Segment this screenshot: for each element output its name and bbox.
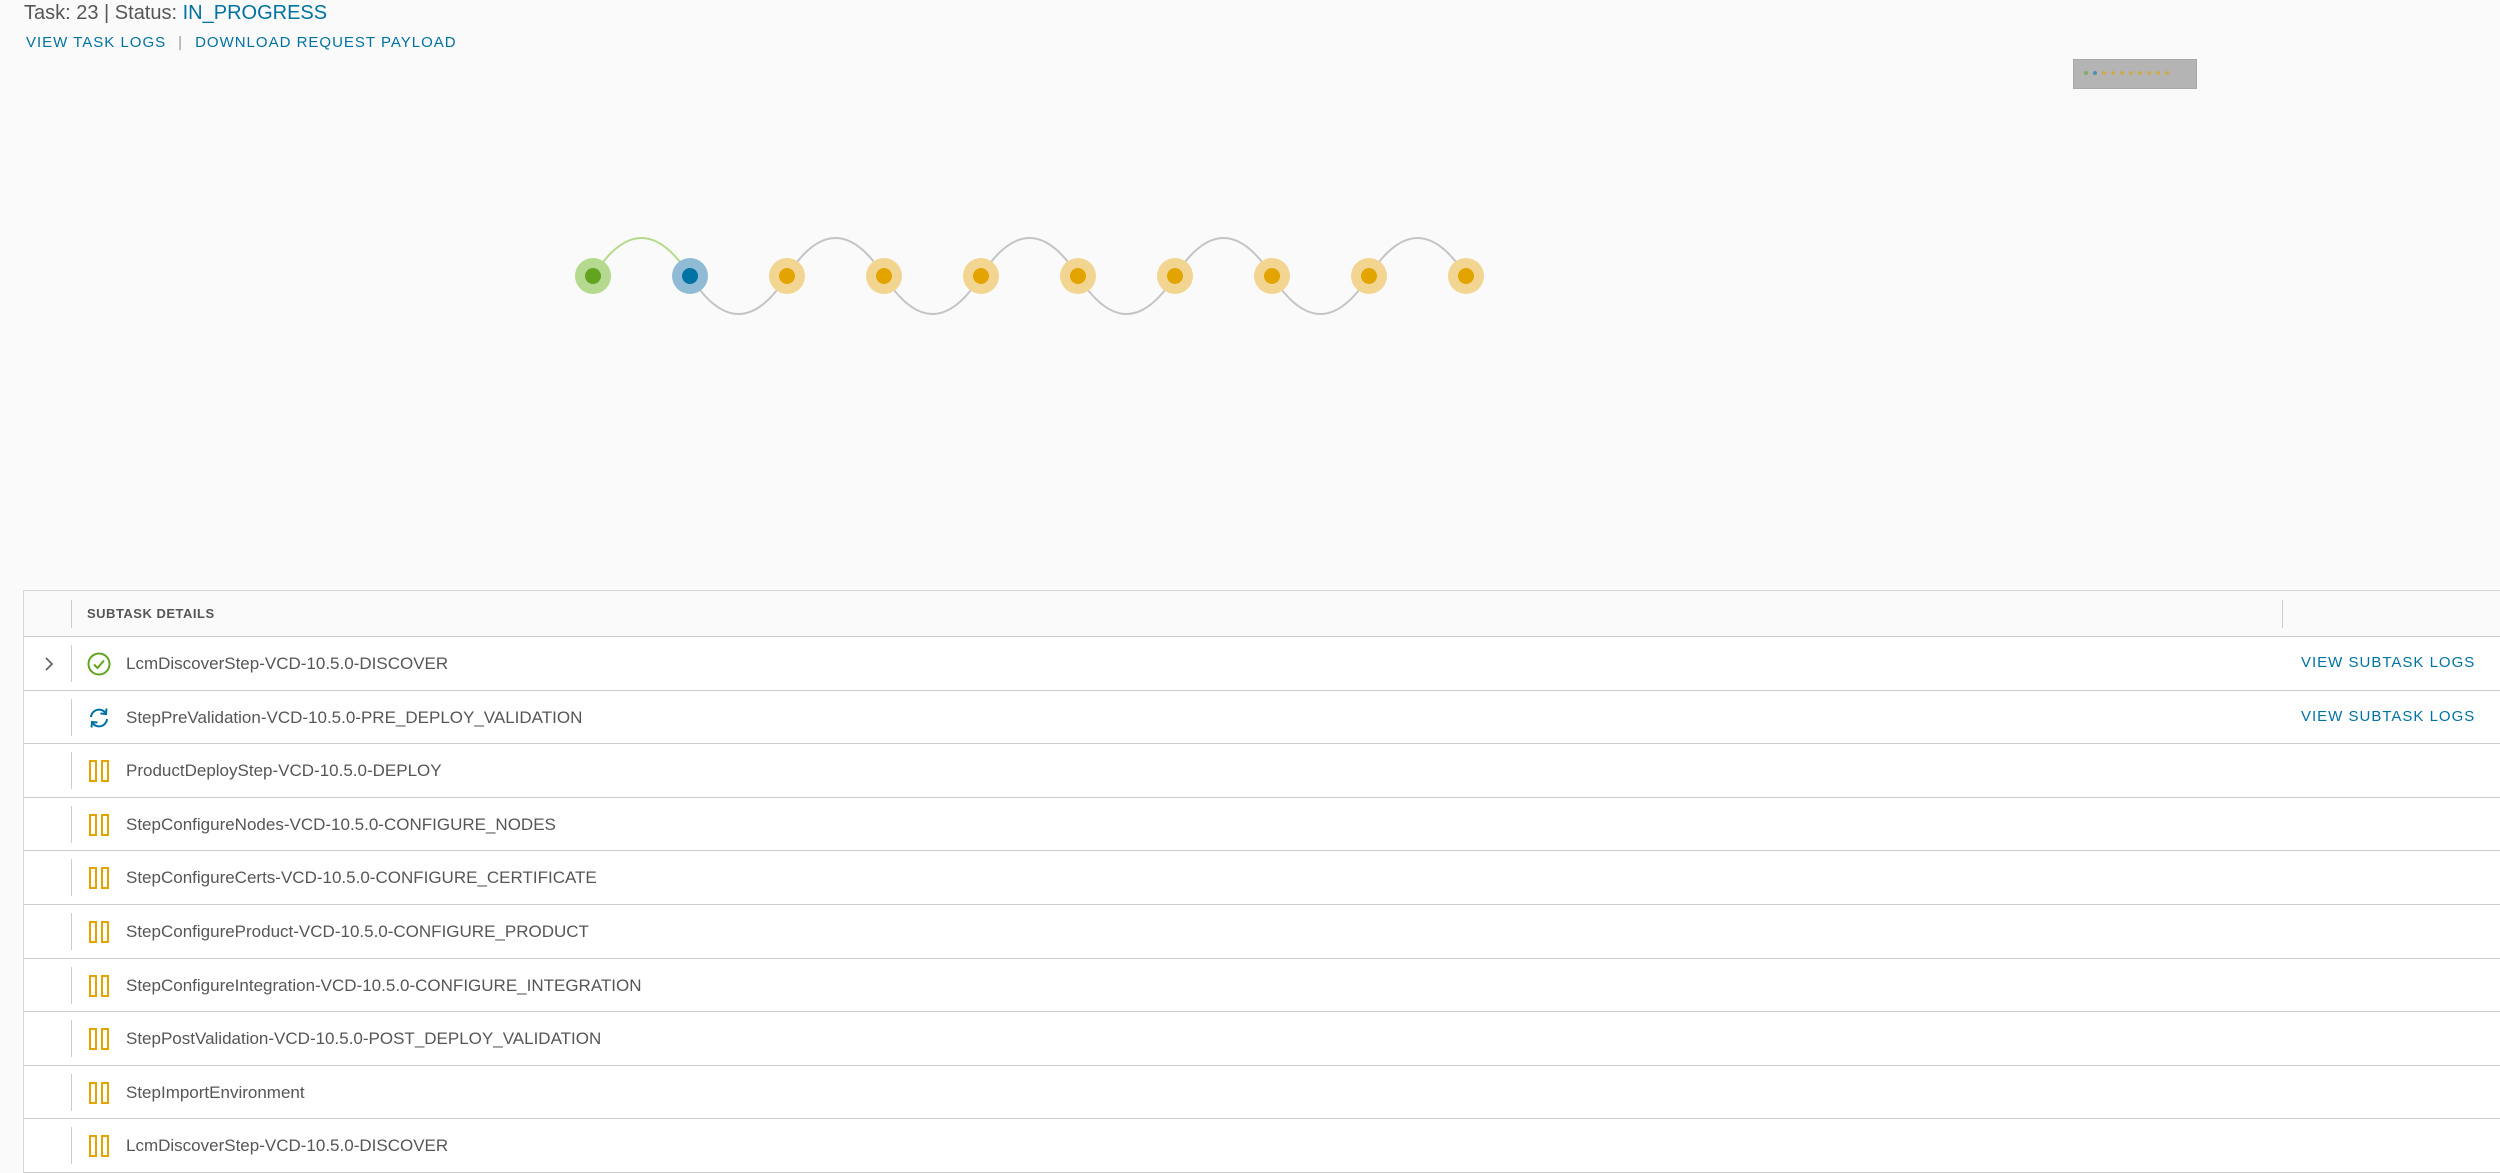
graph-node-core xyxy=(1167,268,1183,284)
graph-node-core xyxy=(1264,268,1280,284)
pause-icon xyxy=(86,758,112,784)
pause-icon xyxy=(86,1080,112,1106)
graph-node-core xyxy=(876,268,892,284)
table-row[interactable]: StepImportEnvironment xyxy=(24,1065,2500,1120)
graph-node-core xyxy=(1361,268,1377,284)
subtask-table-header: SUBTASK DETAILS xyxy=(24,591,2500,637)
table-row[interactable]: StepConfigureCerts-VCD-10.5.0-CONFIGURE_… xyxy=(24,851,2500,905)
subtask-name: LcmDiscoverStep-VCD-10.5.0-DISCOVER xyxy=(126,654,449,673)
graph-node-pending[interactable] xyxy=(1254,258,1290,294)
check-circle-icon xyxy=(86,651,112,677)
row-divider xyxy=(71,859,72,897)
subtask-name: StepImportEnvironment xyxy=(126,1082,305,1102)
graph-node-core xyxy=(1070,268,1086,284)
graph-node-pending[interactable] xyxy=(1060,258,1096,294)
graph-node-pending[interactable] xyxy=(866,258,902,294)
graph-node-core xyxy=(682,268,698,284)
pause-icon xyxy=(86,865,112,891)
row-divider xyxy=(71,1073,72,1111)
row-divider xyxy=(71,805,72,843)
chevron-right-icon[interactable] xyxy=(39,654,59,674)
table-row[interactable]: LcmDiscoverStep-VCD-10.5.0-DISCOVER xyxy=(24,1119,2500,1173)
column-resize-handle[interactable] xyxy=(2282,600,2283,628)
subtask-name: StepConfigureProduct-VCD-10.5.0-CONFIGUR… xyxy=(126,921,589,941)
row-divider xyxy=(71,752,72,790)
view-subtask-logs-link[interactable]: VIEW SUBTASK LOGS xyxy=(2301,654,2475,671)
sync-icon xyxy=(86,705,112,731)
graph-node-pending[interactable] xyxy=(1351,258,1387,294)
subtask-name: StepConfigureCerts-VCD-10.5.0-CONFIGURE_… xyxy=(126,868,597,888)
row-divider xyxy=(71,645,72,682)
subtask-rows: LcmDiscoverStep-VCD-10.5.0-DISCOVER VIEW … xyxy=(24,637,2500,1173)
row-divider xyxy=(71,966,72,1004)
table-row[interactable]: StepConfigureIntegration-VCD-10.5.0-CONF… xyxy=(24,958,2500,1013)
graph-node-pending[interactable] xyxy=(1448,258,1484,294)
graph-node-core xyxy=(585,268,601,284)
column-divider xyxy=(71,600,72,628)
row-divider xyxy=(71,1020,72,1058)
row-divider xyxy=(71,912,72,950)
pause-icon xyxy=(86,973,112,999)
view-subtask-logs-link[interactable]: VIEW SUBTASK LOGS xyxy=(2301,708,2475,725)
graph-node-core xyxy=(1458,268,1474,284)
subtask-name: StepConfigureIntegration-VCD-10.5.0-CONF… xyxy=(126,975,642,995)
pause-icon xyxy=(86,1026,112,1052)
subtask-name: StepPostValidation-VCD-10.5.0-POST_DEPLO… xyxy=(126,1029,602,1049)
graph-node-in-progress[interactable] xyxy=(672,258,708,294)
table-row[interactable]: ProductDeployStep-VCD-10.5.0-DEPLOY xyxy=(24,744,2500,798)
graph-node-core xyxy=(973,268,989,284)
table-row[interactable]: LcmDiscoverStep-VCD-10.5.0-DISCOVER VIEW … xyxy=(24,637,2500,691)
graph-node-pending[interactable] xyxy=(963,258,999,294)
row-divider xyxy=(71,1127,72,1165)
subtask-name: StepPreValidation-VCD-10.5.0-PRE_DEPLOY_… xyxy=(126,707,583,727)
row-divider xyxy=(71,698,72,736)
subtask-table: SUBTASK DETAILS LcmDiscoverStep-VCD-10.5… xyxy=(23,590,2500,1173)
subtask-name: LcmDiscoverStep-VCD-10.5.0-DISCOVER xyxy=(126,1136,449,1156)
table-row[interactable]: StepConfigureProduct-VCD-10.5.0-CONFIGUR… xyxy=(24,904,2500,959)
task-flow-graph[interactable] xyxy=(0,0,2500,580)
table-row[interactable]: StepPreValidation-VCD-10.5.0-PRE_DEPLOY_… xyxy=(24,690,2500,745)
subtask-name: ProductDeployStep-VCD-10.5.0-DEPLOY xyxy=(126,761,442,781)
subtask-name: StepConfigureNodes-VCD-10.5.0-CONFIGURE_… xyxy=(126,814,556,834)
graph-node-core xyxy=(779,268,795,284)
table-row[interactable]: StepConfigureNodes-VCD-10.5.0-CONFIGURE_… xyxy=(24,797,2500,852)
pause-icon xyxy=(86,919,112,945)
table-row[interactable]: StepPostValidation-VCD-10.5.0-POST_DEPLO… xyxy=(24,1012,2500,1066)
graph-node-pending[interactable] xyxy=(769,258,805,294)
graph-node-pending[interactable] xyxy=(1157,258,1193,294)
pause-icon xyxy=(86,812,112,838)
subtask-details-header: SUBTASK DETAILS xyxy=(87,606,215,621)
graph-node-completed[interactable] xyxy=(575,258,611,294)
pause-icon xyxy=(86,1133,112,1159)
